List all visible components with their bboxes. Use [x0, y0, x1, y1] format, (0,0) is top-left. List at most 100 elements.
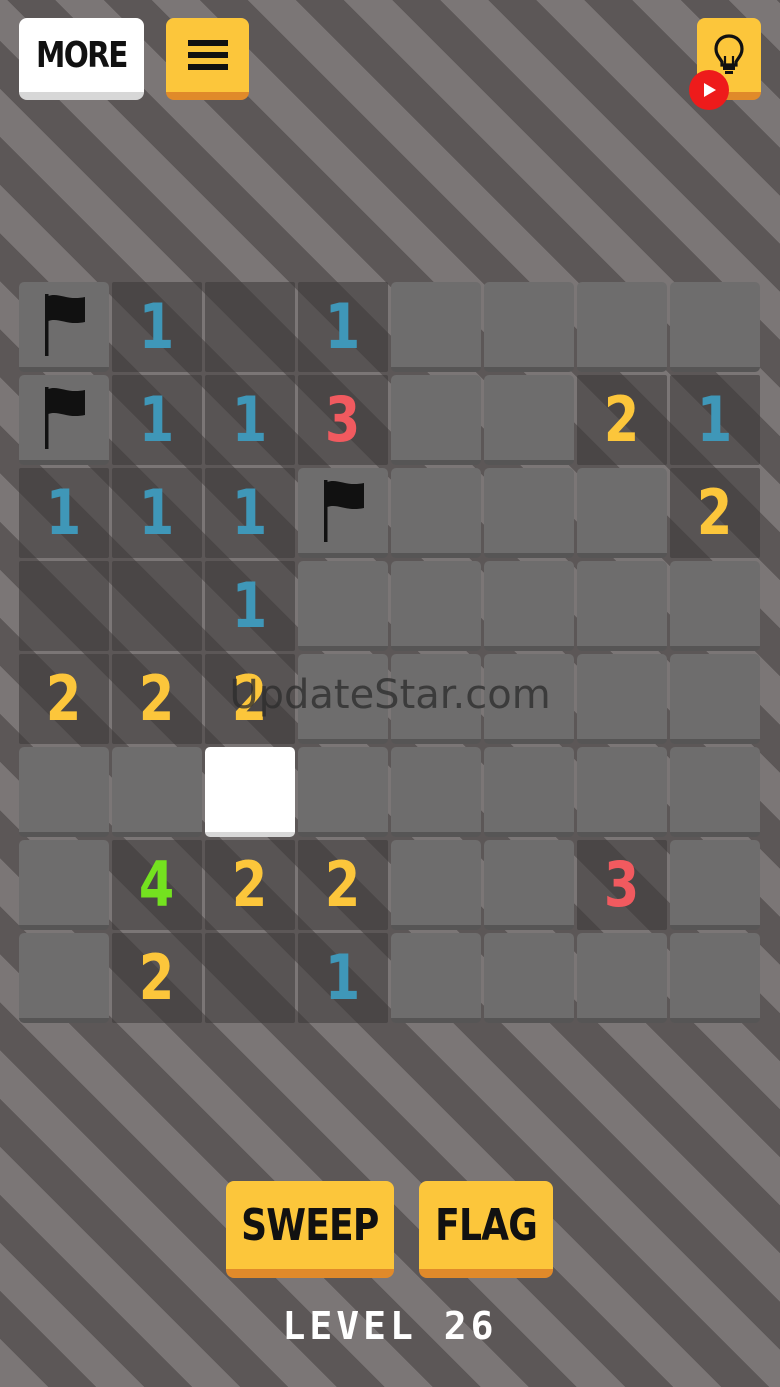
cell-number: 1 — [46, 476, 82, 549]
board-cell: 2 — [205, 654, 295, 744]
board-cell[interactable] — [298, 654, 388, 744]
board-cell[interactable] — [391, 282, 481, 372]
sweep-mode-button[interactable]: SWEEP — [226, 1181, 394, 1278]
flag-button-label: FLAG — [435, 1199, 538, 1251]
cell-number: 2 — [604, 383, 640, 456]
board-cell[interactable] — [484, 282, 574, 372]
board-cell — [205, 933, 295, 1023]
flag-icon — [45, 386, 85, 449]
board-cell[interactable] — [484, 933, 574, 1023]
board-cell: 1 — [205, 375, 295, 465]
board-cell[interactable] — [19, 747, 109, 837]
board-cell[interactable] — [391, 561, 481, 651]
board-cell: 3 — [577, 840, 667, 930]
board-cell[interactable] — [298, 468, 388, 558]
cell-number: 3 — [604, 848, 640, 921]
board-cell[interactable] — [112, 747, 202, 837]
board-cell[interactable] — [19, 282, 109, 372]
cell-number: 2 — [325, 848, 361, 921]
board-cell[interactable] — [670, 561, 760, 651]
board-cell[interactable] — [577, 654, 667, 744]
board-cell: 1 — [298, 282, 388, 372]
board-cell[interactable] — [577, 561, 667, 651]
cell-number: 2 — [232, 848, 268, 921]
board-cell — [205, 282, 295, 372]
sweep-button-label: SWEEP — [241, 1199, 379, 1251]
cell-number: 1 — [139, 383, 175, 456]
cell-number: 3 — [325, 383, 361, 456]
board-cell[interactable] — [484, 654, 574, 744]
video-play-icon — [704, 83, 716, 97]
board-cell: 2 — [670, 468, 760, 558]
board-cell[interactable] — [577, 282, 667, 372]
cell-number: 1 — [232, 569, 268, 642]
menu-button[interactable] — [166, 18, 249, 100]
board-cell[interactable] — [19, 375, 109, 465]
board-cell[interactable] — [670, 840, 760, 930]
board-cell[interactable] — [391, 840, 481, 930]
cell-number: 4 — [139, 848, 175, 921]
board-cell[interactable] — [484, 840, 574, 930]
more-button[interactable]: MORE — [19, 18, 144, 100]
board-cell: 1 — [205, 561, 295, 651]
board-cell[interactable] — [391, 654, 481, 744]
board-cell[interactable] — [298, 747, 388, 837]
board-cell[interactable] — [577, 747, 667, 837]
board-cell[interactable] — [298, 561, 388, 651]
board-cell: 1 — [19, 468, 109, 558]
board-cell[interactable] — [670, 933, 760, 1023]
board-cell: 2 — [205, 840, 295, 930]
board-cell[interactable] — [484, 468, 574, 558]
board-cell: 2 — [19, 654, 109, 744]
board-cell: 4 — [112, 840, 202, 930]
board-cell: 1 — [205, 468, 295, 558]
flag-icon — [45, 293, 85, 356]
level-indicator: LEVEL 26 — [282, 1304, 498, 1348]
cell-number: 2 — [46, 662, 82, 735]
board-cell: 3 — [298, 375, 388, 465]
board-cell[interactable] — [391, 933, 481, 1023]
lightbulb-icon — [714, 34, 744, 74]
board-cell[interactable] — [19, 933, 109, 1023]
board-cell[interactable] — [577, 933, 667, 1023]
board-cell[interactable] — [577, 468, 667, 558]
board-cell — [112, 561, 202, 651]
cell-number: 1 — [325, 290, 361, 363]
minesweeper-board: 111132111121222422321 — [19, 282, 761, 1024]
board-cell[interactable] — [484, 375, 574, 465]
board-cell[interactable] — [19, 840, 109, 930]
cell-number: 1 — [325, 941, 361, 1014]
flag-icon — [324, 479, 364, 542]
board-cell[interactable] — [391, 468, 481, 558]
cell-number: 1 — [139, 290, 175, 363]
board-cell: 1 — [112, 468, 202, 558]
flag-mode-button[interactable]: FLAG — [419, 1181, 553, 1278]
cell-number: 1 — [232, 383, 268, 456]
board-cell: 1 — [112, 375, 202, 465]
board-cell: 2 — [298, 840, 388, 930]
board-cell[interactable] — [484, 747, 574, 837]
board-cell[interactable] — [670, 282, 760, 372]
board-cell: 1 — [670, 375, 760, 465]
cell-number: 2 — [139, 662, 175, 735]
cell-number: 2 — [139, 941, 175, 1014]
board-cell: 2 — [577, 375, 667, 465]
selected-cell[interactable] — [205, 747, 295, 837]
cell-number: 1 — [139, 476, 175, 549]
board-cell[interactable] — [391, 375, 481, 465]
cell-number: 1 — [697, 383, 733, 456]
board-cell[interactable] — [670, 654, 760, 744]
cell-number: 2 — [697, 476, 733, 549]
board-cell: 1 — [298, 933, 388, 1023]
board-cell[interactable] — [391, 747, 481, 837]
more-button-label: MORE — [36, 34, 128, 76]
board-cell: 2 — [112, 654, 202, 744]
board-cell: 1 — [112, 282, 202, 372]
cell-number: 2 — [232, 662, 268, 735]
board-cell: 2 — [112, 933, 202, 1023]
hamburger-menu-icon — [187, 40, 228, 70]
board-cell[interactable] — [484, 561, 574, 651]
video-play-badge[interactable] — [689, 70, 729, 110]
board-cell[interactable] — [670, 747, 760, 837]
board-cell — [19, 561, 109, 651]
